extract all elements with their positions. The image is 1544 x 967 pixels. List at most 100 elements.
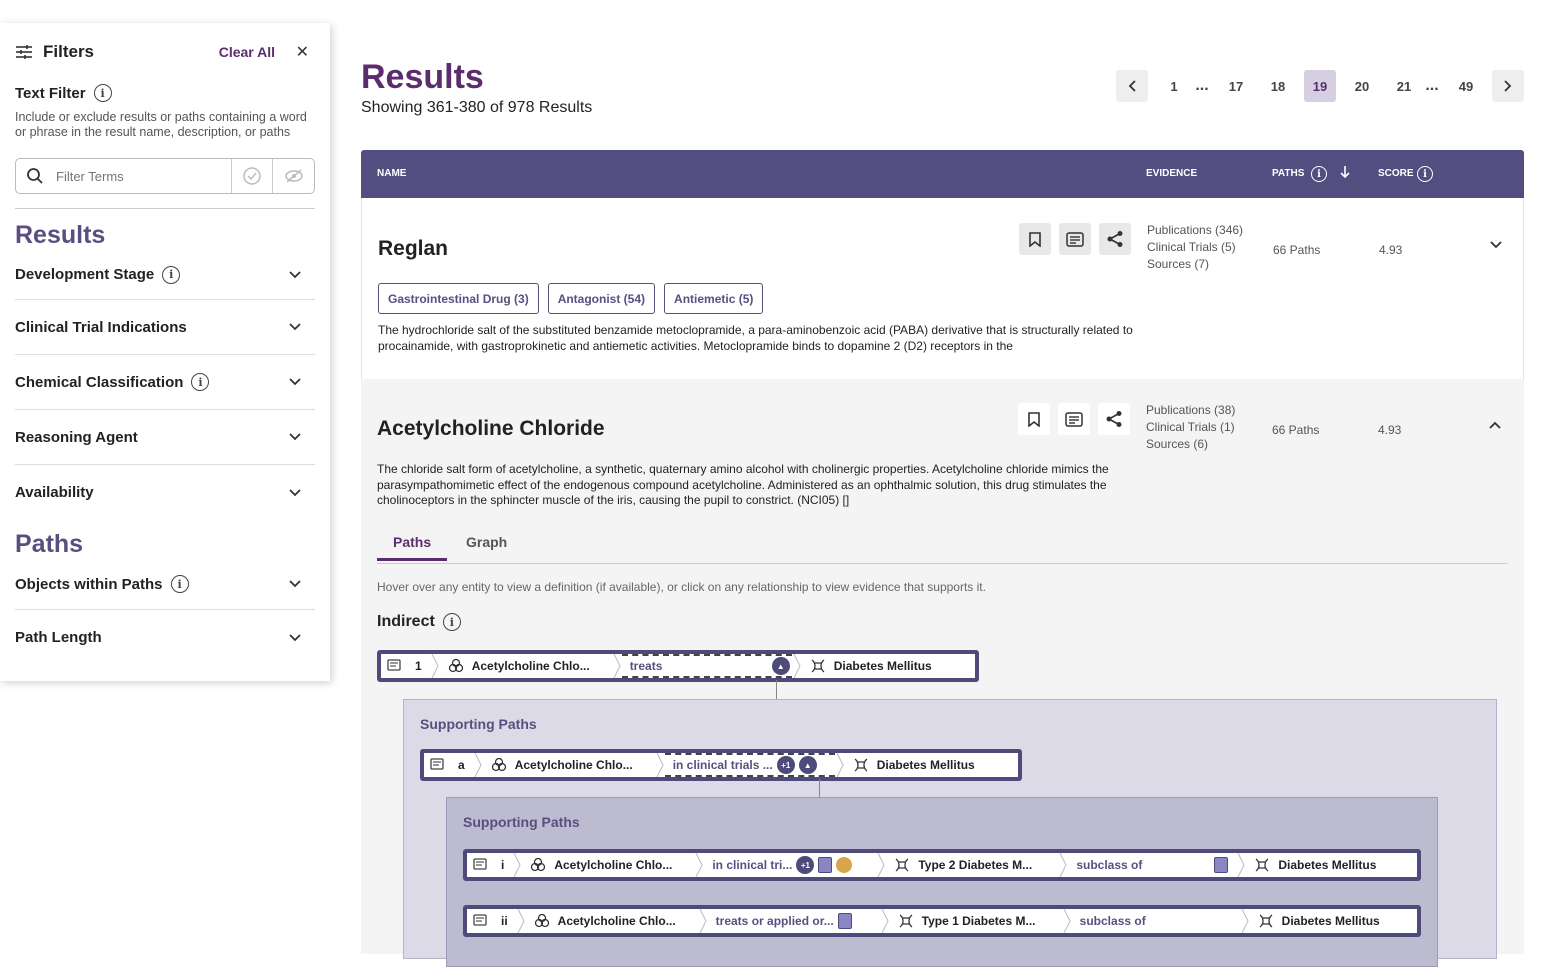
- chevron-separator-icon: [877, 853, 885, 877]
- page-link[interactable]: 21: [1388, 70, 1420, 102]
- page-title: Results: [361, 58, 484, 96]
- info-icon[interactable]: i: [170, 575, 189, 593]
- page-link-current[interactable]: 19: [1304, 70, 1336, 102]
- pill-icon[interactable]: [836, 857, 853, 873]
- path-subject-node[interactable]: Acetylcholine Chlo...: [440, 654, 612, 678]
- evidence-sources[interactable]: Sources (7): [1147, 256, 1243, 273]
- filter-availability[interactable]: Availability: [15, 465, 315, 520]
- filter-path-length[interactable]: Path Length: [15, 610, 315, 665]
- publication-icon[interactable]: [818, 857, 833, 873]
- result-name[interactable]: Reglan: [378, 237, 448, 261]
- path-relationship[interactable]: treats ▲: [621, 654, 792, 678]
- path-row[interactable]: a Acetylcholine Chlo... in clinical tria…: [420, 749, 1022, 781]
- publication-icon[interactable]: [1214, 857, 1229, 873]
- share-button[interactable]: [1099, 223, 1131, 255]
- page-link[interactable]: 17: [1220, 70, 1252, 102]
- col-evidence[interactable]: EVIDENCE: [1146, 168, 1197, 179]
- path-object-node[interactable]: Diabetes Mellitus: [1250, 909, 1388, 933]
- path-relationship[interactable]: in clinical trials ... +1 ▲: [664, 753, 835, 777]
- expand-chevron-down-icon[interactable]: [1490, 241, 1502, 249]
- path-notes-icon[interactable]: [467, 853, 493, 877]
- filter-development-stage[interactable]: Development Stage i: [15, 250, 315, 300]
- tag-chip[interactable]: Gastrointestinal Drug (3): [378, 283, 539, 314]
- share-button[interactable]: [1098, 403, 1130, 435]
- path-object-node[interactable]: Diabetes Mellitus: [845, 753, 983, 777]
- page-ellipsis: ...: [1425, 77, 1439, 94]
- path-subject-node[interactable]: Acetylcholine Chlo...: [483, 753, 655, 777]
- col-paths[interactable]: PATHS: [1272, 168, 1304, 179]
- page-link[interactable]: 1: [1158, 70, 1190, 102]
- chevron-separator-icon: [695, 853, 703, 877]
- bookmark-button[interactable]: [1018, 403, 1050, 435]
- include-button[interactable]: [232, 159, 273, 193]
- filter-reasoning-agent[interactable]: Reasoning Agent: [15, 410, 315, 465]
- notes-button[interactable]: [1059, 223, 1091, 255]
- chevron-separator-icon: [474, 753, 482, 777]
- path-row[interactable]: 1 Acetylcholine Chlo... treats ▲ Diabetes…: [377, 650, 979, 682]
- collapse-chevron-up-icon[interactable]: [1489, 421, 1501, 429]
- col-name[interactable]: NAME: [377, 168, 406, 179]
- evidence-publications[interactable]: Publications (346): [1147, 222, 1243, 239]
- path-relationship[interactable]: in clinical tri... +1: [704, 853, 876, 877]
- path-row[interactable]: i Acetylcholine Chlo... in clinical tri.…: [463, 849, 1421, 881]
- path-notes-icon[interactable]: [467, 909, 493, 933]
- path-object-node[interactable]: Diabetes Mellitus: [1246, 853, 1384, 877]
- page-link[interactable]: 18: [1262, 70, 1294, 102]
- path-relationship[interactable]: subclass of: [1068, 853, 1236, 877]
- tag-chip[interactable]: Antiemetic (5): [664, 283, 764, 314]
- path-intermediate-node[interactable]: Type 2 Diabetes M...: [886, 853, 1058, 877]
- publication-icon[interactable]: [837, 913, 852, 929]
- result-name[interactable]: Acetylcholine Chloride: [377, 417, 605, 441]
- col-score[interactable]: SCORE: [1378, 168, 1414, 179]
- prev-page-button[interactable]: [1116, 70, 1148, 102]
- tab-paths[interactable]: Paths: [377, 534, 448, 561]
- info-icon[interactable]: i: [162, 265, 181, 284]
- notes-button[interactable]: [1058, 403, 1090, 435]
- evidence-clinical-trials[interactable]: Clinical Trials (1): [1146, 419, 1235, 436]
- next-page-button[interactable]: [1492, 70, 1524, 102]
- chevron-up-icon[interactable]: ▲: [798, 756, 817, 774]
- path-notes-icon[interactable]: [381, 654, 407, 678]
- disease-icon: [898, 914, 914, 928]
- filter-terms-input[interactable]: [56, 168, 216, 184]
- path-object-node[interactable]: Diabetes Mellitus: [802, 654, 940, 678]
- evidence-sources[interactable]: Sources (6): [1146, 436, 1235, 453]
- bookmark-button[interactable]: [1019, 223, 1051, 255]
- more-evidence-badge[interactable]: +1: [796, 856, 815, 874]
- result-row-expanded[interactable]: Acetylcholine Chloride Publications (38)…: [361, 379, 1524, 967]
- path-relationship[interactable]: subclass of: [1072, 909, 1240, 933]
- evidence-publications[interactable]: Publications (38): [1146, 402, 1235, 419]
- chevron-up-icon[interactable]: ▲: [771, 657, 790, 675]
- path-row[interactable]: ii Acetylcholine Chlo... treats or appli…: [463, 905, 1421, 937]
- filter-objects-within-paths[interactable]: Objects within Paths i: [15, 559, 315, 610]
- node-label: Acetylcholine Chlo...: [554, 858, 673, 872]
- result-row[interactable]: Reglan Publications (346) Clinical Trial…: [361, 198, 1524, 379]
- evidence-clinical-trials[interactable]: Clinical Trials (5): [1147, 239, 1243, 256]
- node-label: Type 1 Diabetes M...: [921, 914, 1036, 928]
- chemical-icon: [534, 914, 550, 928]
- info-icon[interactable]: i: [1311, 166, 1327, 182]
- node-label: Acetylcholine Chlo...: [514, 758, 633, 772]
- sort-arrow-down-icon[interactable]: [1339, 165, 1351, 179]
- relationship-label: in clinical tri...: [712, 858, 793, 872]
- filter-chemical-classification[interactable]: Chemical Classification i: [15, 355, 315, 410]
- filter-sliders-icon: [15, 44, 33, 60]
- filter-clinical-trial-indications[interactable]: Clinical Trial Indications: [15, 300, 315, 355]
- tag-chip[interactable]: Antagonist (54): [547, 283, 656, 314]
- exclude-button[interactable]: [273, 159, 314, 193]
- path-subject-node[interactable]: Acetylcholine Chlo...: [526, 909, 698, 933]
- info-icon[interactable]: i: [93, 84, 112, 102]
- more-evidence-badge[interactable]: +1: [776, 756, 795, 774]
- info-icon[interactable]: i: [191, 373, 210, 391]
- page-link[interactable]: 49: [1450, 70, 1482, 102]
- page-link[interactable]: 20: [1346, 70, 1378, 102]
- path-relationship[interactable]: treats or applied or...: [708, 909, 880, 933]
- info-icon[interactable]: i: [1417, 166, 1433, 182]
- path-subject-node[interactable]: Acetylcholine Chlo...: [522, 853, 694, 877]
- info-icon[interactable]: i: [442, 613, 461, 631]
- close-icon[interactable]: ✕: [296, 42, 309, 62]
- tab-graph[interactable]: Graph: [466, 534, 507, 550]
- path-notes-icon[interactable]: [424, 753, 450, 777]
- clear-all-button[interactable]: Clear All: [219, 44, 275, 60]
- path-intermediate-node[interactable]: Type 1 Diabetes M...: [890, 909, 1062, 933]
